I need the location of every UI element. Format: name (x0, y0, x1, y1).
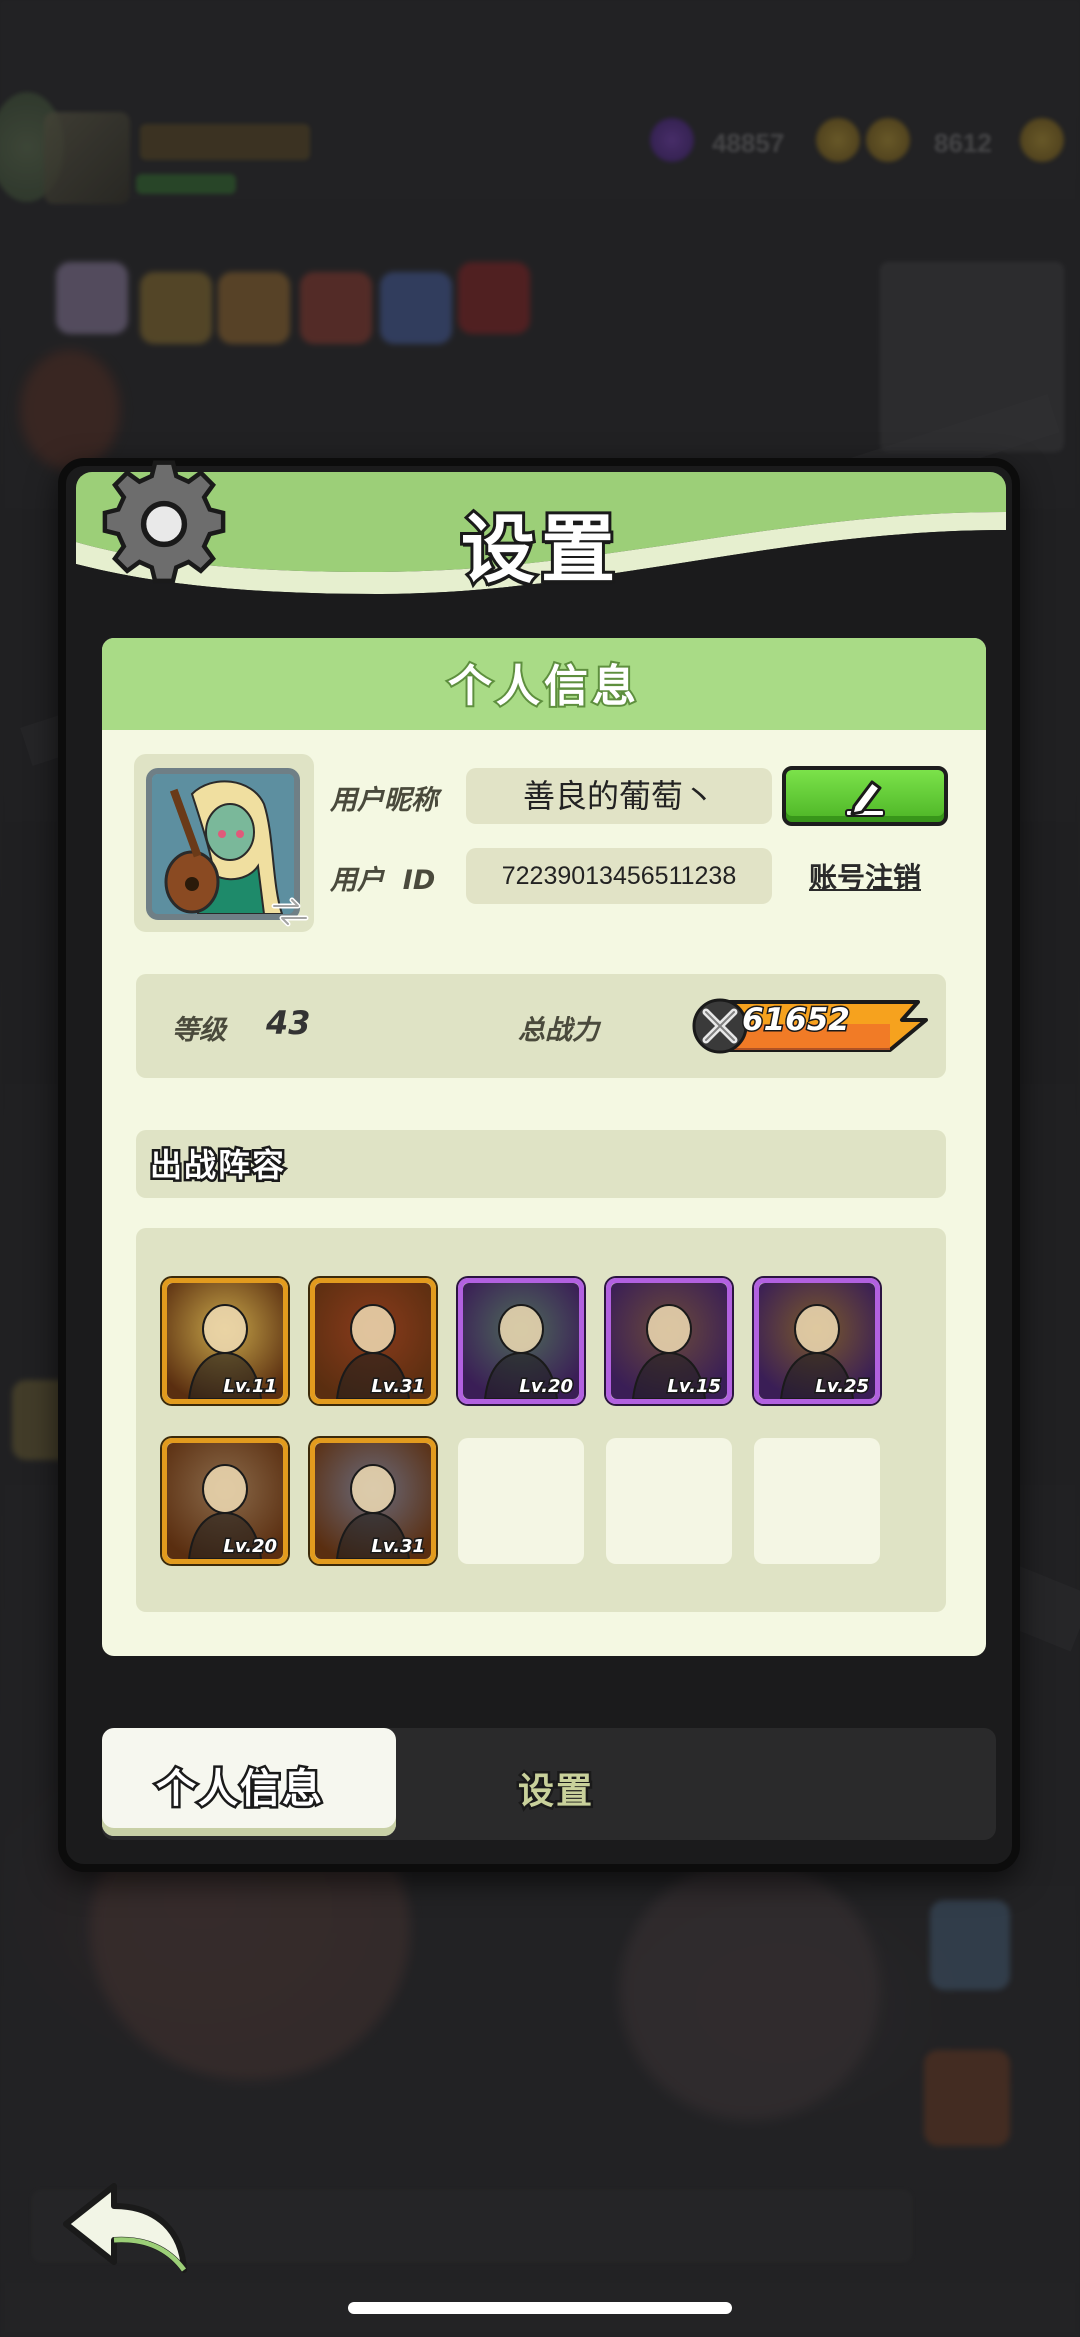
nickname-field: 善良的葡萄丶 (466, 768, 772, 824)
settings-dialog: 设置 个人信息 用户昵称 善良的葡萄丶 用户 ID 72239013456511… (58, 458, 1020, 1872)
avatar-frame[interactable] (134, 754, 314, 932)
hero-level: Lv.11 (222, 1375, 279, 1399)
hero-level: Lv.20 (518, 1375, 575, 1399)
empty-hero-slot[interactable] (458, 1438, 584, 1564)
hero-level: Lv.31 (370, 1375, 427, 1399)
hero-slot[interactable]: Lv.20 (162, 1438, 288, 1564)
lineup-header: 出战阵容 (136, 1130, 946, 1198)
hero-level: Lv.25 (814, 1375, 871, 1399)
avatar-portrait (152, 774, 294, 914)
hero-slot[interactable]: Lv.31 (310, 1278, 436, 1404)
level-label: 等级 (172, 1015, 226, 1046)
hero-slot[interactable]: Lv.25 (754, 1278, 880, 1404)
hero-level: Lv.15 (666, 1375, 723, 1399)
level-value: 43 (266, 1004, 311, 1042)
power-value: 61652 (741, 1001, 852, 1040)
empty-hero-slot[interactable] (754, 1438, 880, 1564)
tab-personal-info[interactable]: 个人信息 (102, 1728, 396, 1836)
empty-hero-slot[interactable] (606, 1438, 732, 1564)
stats-bar: 等级 43 总战力 61652 (136, 974, 946, 1078)
lineup-grid: Lv.11 Lv.31 Lv.20 Lv.15 Lv.25 Lv.20 Lv.31 (136, 1228, 946, 1612)
edit-nickname-button[interactable] (782, 766, 948, 826)
gear-icon (102, 460, 226, 584)
section-title: 个人信息 (446, 659, 640, 714)
lineup-title: 出战阵容 (147, 1144, 287, 1187)
tab-settings-label: 设置 (515, 1769, 595, 1815)
tab-strip: 个人信息 设置 (102, 1728, 996, 1840)
hero-slot[interactable]: Lv.15 (606, 1278, 732, 1404)
panel-header: 个人信息 (102, 638, 986, 730)
hero-slot[interactable]: Lv.20 (458, 1278, 584, 1404)
user-id-field[interactable]: 72239013456511238 (466, 848, 772, 904)
back-arrow-icon[interactable] (58, 2176, 192, 2276)
hero-slot[interactable]: Lv.31 (310, 1438, 436, 1564)
power-label: 总战力 (518, 1015, 599, 1046)
tab-settings[interactable]: 设置 (402, 1728, 992, 1836)
user-id-label: 用户 ID (330, 865, 436, 896)
home-indicator[interactable] (348, 2302, 732, 2314)
account-cancel-link[interactable]: 账号注销 (790, 856, 940, 896)
swap-icon[interactable] (270, 896, 310, 928)
hero-slot[interactable]: Lv.11 (162, 1278, 288, 1404)
pencil-icon (845, 780, 885, 817)
hero-level: Lv.31 (370, 1535, 427, 1559)
personal-info-panel: 个人信息 用户昵称 善良的葡萄丶 用户 ID 72239013456511238… (102, 638, 986, 1656)
tab-personal-label: 个人信息 (154, 1764, 325, 1815)
hero-level: Lv.20 (222, 1535, 279, 1559)
nickname-label: 用户昵称 (330, 785, 438, 816)
